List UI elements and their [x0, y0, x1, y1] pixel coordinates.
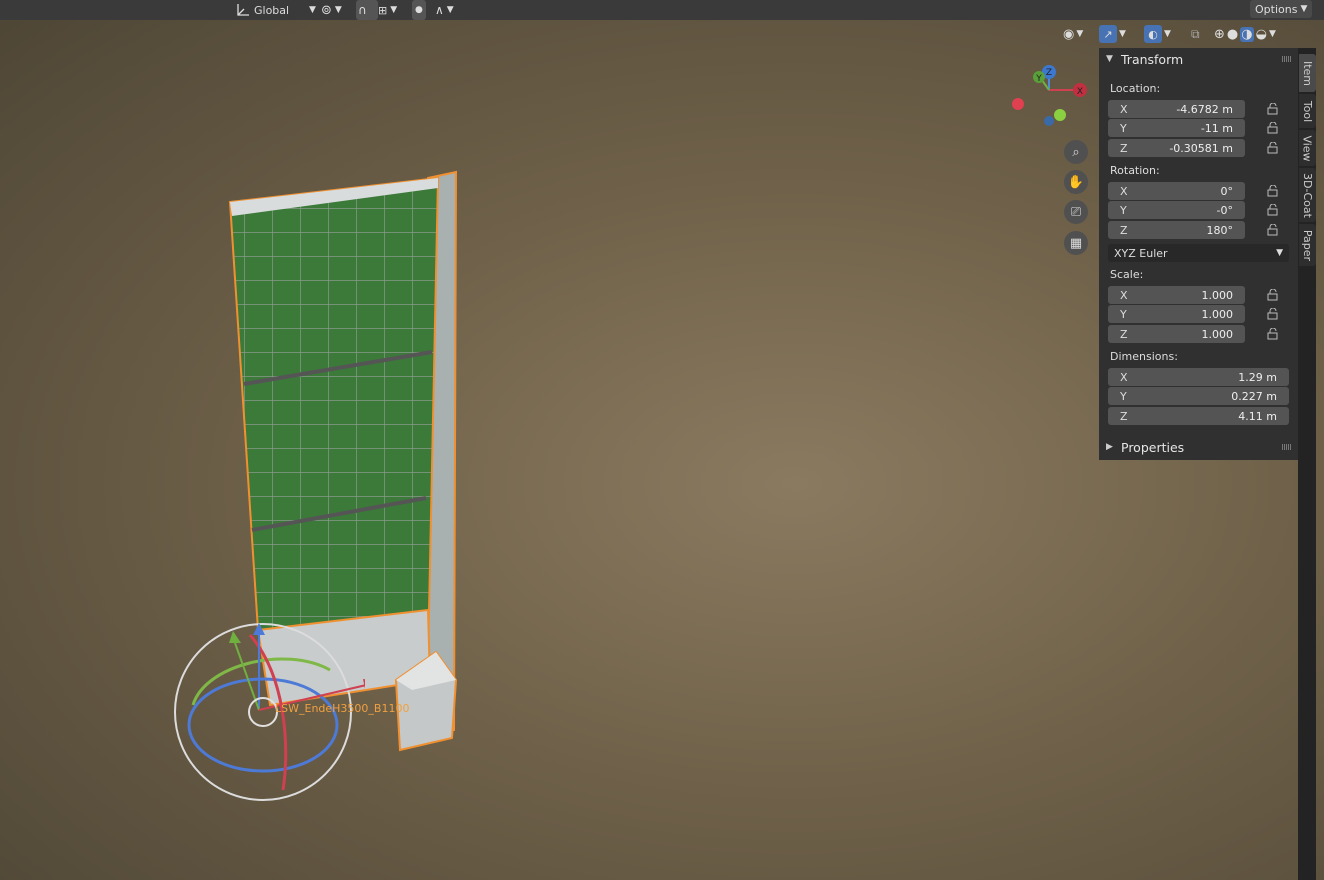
rotation-x-field[interactable]: X 0°	[1108, 182, 1245, 200]
chevron-down-icon: ▼	[1276, 248, 1283, 258]
orientation-icon	[237, 4, 249, 16]
move-x-arrow[interactable]	[363, 679, 365, 689]
sidebar-tabs: Item Tool View 3D-Coat Paper	[1298, 48, 1316, 880]
scale-label: Scale:	[1110, 268, 1144, 281]
dimensions-x-field[interactable]: X 1.29 m	[1108, 368, 1289, 386]
snap-toggle[interactable]: ∩	[356, 0, 378, 20]
gizmo-neg-z[interactable]	[1044, 116, 1054, 126]
xray-icon: ⧉	[1191, 26, 1200, 41]
pivot-icon: ⊚	[321, 2, 332, 18]
expand-down-icon: ▼	[1106, 54, 1113, 64]
location-y-field[interactable]: Y -11 m	[1108, 119, 1245, 137]
tab-view[interactable]: View	[1299, 130, 1316, 166]
scale-z-field[interactable]: Z 1.000	[1108, 325, 1245, 343]
location-z-field[interactable]: Z -0.30581 m	[1108, 139, 1245, 157]
tab-paper[interactable]: Paper	[1299, 224, 1316, 266]
lock-icon[interactable]	[1265, 204, 1279, 216]
location-label: Location:	[1110, 82, 1161, 95]
falloff-dropdown[interactable]: ∧ ▼	[435, 0, 454, 20]
svg-text:Y: Y	[1035, 74, 1042, 84]
rotation-label: Rotation:	[1110, 164, 1160, 177]
gizmo-icon: ↗	[1099, 25, 1117, 43]
chevron-down-icon: ▼	[334, 5, 342, 15]
tab-3d-coat[interactable]: 3D-Coat	[1299, 168, 1316, 222]
navigation-gizmo[interactable]: X Z Y	[1005, 60, 1095, 135]
rendered-shading-icon[interactable]: ◒	[1256, 27, 1267, 42]
proportional-edit-toggle[interactable]: ●	[412, 0, 426, 20]
chevron-down-icon: ▼	[309, 5, 316, 15]
rotation-mode-select[interactable]: XYZ Euler ▼	[1108, 244, 1289, 262]
location-x-field[interactable]: X -4.6782 m	[1108, 100, 1245, 118]
lock-icon[interactable]	[1265, 103, 1279, 115]
drag-handle-icon[interactable]	[1282, 444, 1292, 450]
xray-toggle[interactable]: ⧉	[1191, 24, 1200, 44]
chevron-down-icon: ▼	[390, 5, 398, 15]
proportional-edit-icon: ●	[415, 5, 423, 15]
sidebar-panel: ▼ Transform Location: X -4.6782 m Y -11 m …	[1099, 48, 1298, 460]
grid-icon[interactable]: ▦	[1064, 231, 1088, 255]
chevron-down-icon: ▼	[1164, 29, 1171, 39]
object-name-label: LSW_EndeH3500_B1100	[275, 702, 410, 715]
rotation-z-field[interactable]: Z 180°	[1108, 221, 1245, 239]
solid-shading-icon[interactable]: ●	[1227, 27, 1238, 42]
svg-text:X: X	[1077, 87, 1083, 97]
visibility-dropdown[interactable]: ◉ ▼	[1063, 24, 1083, 44]
chevron-down-icon: ▼	[446, 5, 454, 15]
transform-title: Transform	[1121, 51, 1184, 67]
options-dropdown[interactable]: Options ▼	[1250, 0, 1313, 18]
transform-header[interactable]: ▼ Transform	[1099, 48, 1298, 70]
gizmo-dropdown[interactable]: ↗ ▼	[1099, 24, 1126, 44]
lock-icon[interactable]	[1265, 185, 1279, 197]
tab-item[interactable]: Item	[1299, 54, 1316, 92]
dimensions-z-field[interactable]: Z 4.11 m	[1108, 407, 1289, 425]
magnet-icon: ∩	[358, 3, 367, 17]
shading-modes: ⊕ ● ◑ ◒ ▼	[1214, 24, 1276, 44]
expand-right-icon: ▶	[1106, 442, 1113, 452]
pivot-dropdown[interactable]: ⊚ ▼	[321, 0, 342, 20]
material-shading-icon[interactable]: ◑	[1240, 26, 1254, 42]
scale-y-field[interactable]: Y 1.000	[1108, 305, 1245, 323]
free-move-handle[interactable]	[248, 697, 278, 727]
overlays-dropdown[interactable]: ◐ ▼	[1144, 24, 1171, 44]
wireframe-shading-icon[interactable]: ⊕	[1214, 27, 1225, 42]
snap-dropdown[interactable]: ⊞ ▼	[378, 0, 397, 20]
orientation-label: Global	[254, 3, 290, 17]
falloff-curve-icon: ∧	[435, 3, 444, 17]
move-y-arrow[interactable]	[229, 631, 241, 643]
chevron-down-icon: ▼	[1119, 29, 1126, 39]
hand-icon[interactable]: ✋	[1064, 170, 1088, 194]
options-label: Options	[1255, 2, 1298, 16]
lock-icon[interactable]	[1265, 224, 1279, 236]
lock-icon[interactable]	[1265, 142, 1279, 154]
lock-icon[interactable]	[1265, 328, 1279, 340]
lock-icon[interactable]	[1265, 122, 1279, 134]
orientation-dropdown[interactable]: Global ▼	[235, 0, 316, 20]
dimensions-label: Dimensions:	[1110, 350, 1178, 363]
properties-title: Properties	[1121, 439, 1185, 455]
snap-increment-icon: ⊞	[378, 3, 388, 17]
tab-tool[interactable]: Tool	[1299, 94, 1316, 128]
chevron-down-icon: ▼	[1076, 29, 1084, 39]
scale-x-field[interactable]: X 1.000	[1108, 286, 1245, 304]
gizmo-neg-y[interactable]	[1054, 109, 1066, 121]
overlays-icon: ◐	[1144, 25, 1162, 43]
svg-text:Z: Z	[1046, 68, 1052, 78]
lock-icon[interactable]	[1265, 289, 1279, 301]
camera-icon[interactable]: ⎚	[1064, 200, 1088, 224]
chevron-down-icon[interactable]: ▼	[1269, 29, 1276, 39]
drag-handle-icon[interactable]	[1282, 56, 1292, 62]
rotation-y-field[interactable]: Y -0°	[1108, 201, 1245, 219]
lock-icon[interactable]	[1265, 308, 1279, 320]
chevron-down-icon: ▼	[1300, 4, 1308, 14]
viewport-header: Global ▼ ⊚ ▼ ∩ ⊞ ▼ ● ∧ ▼ Options ▼	[0, 0, 1324, 20]
rotation-mode-value: XYZ Euler	[1114, 246, 1168, 260]
zoom-icon[interactable]: ⌕	[1064, 140, 1088, 164]
eye-icon: ◉	[1063, 26, 1075, 42]
dimensions-y-field[interactable]: Y 0.227 m	[1108, 387, 1289, 405]
gizmo-neg-x[interactable]	[1012, 98, 1024, 110]
properties-header[interactable]: ▶ Properties	[1099, 436, 1298, 458]
